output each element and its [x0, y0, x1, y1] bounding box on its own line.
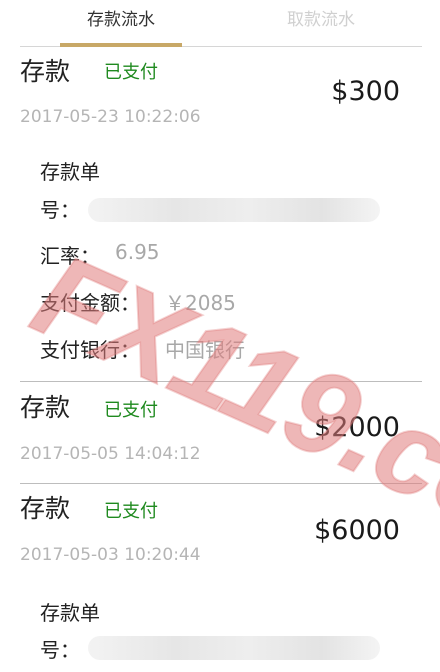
record-divider [20, 381, 422, 382]
record-amount: $2000 [314, 412, 400, 443]
payment-amount-value: ￥2085 [165, 291, 236, 315]
record-type: 存款 [20, 57, 71, 86]
record-status-badge: 已支付 [104, 501, 158, 522]
payment-bank-label: 支付银行： [40, 338, 140, 362]
tab-withdraw-records[interactable]: 取款流水 [260, 0, 382, 44]
tab-bar: 存款流水 取款流水 [20, 0, 422, 47]
order-number-redacted [88, 198, 380, 222]
deposit-record[interactable]: 存款 已支付 $2000 2017-05-05 14:04:12 [20, 388, 422, 483]
payment-bank-value: 中国银行 [165, 338, 245, 362]
order-number-label: 存款单 [40, 601, 100, 625]
record-amount: $6000 [314, 515, 400, 546]
record-status-badge: 已支付 [104, 400, 158, 421]
order-number-label-cont: 号： [40, 198, 80, 222]
order-number-label: 存款单 [40, 160, 100, 184]
order-number-redacted [88, 636, 380, 660]
exchange-rate-value: 6.95 [115, 240, 160, 264]
payment-amount-label: 支付金额： [40, 291, 140, 315]
record-type: 存款 [20, 393, 71, 422]
record-status-badge: 已支付 [104, 62, 158, 83]
order-number-label-cont: 号： [40, 638, 80, 662]
record-amount: $300 [331, 76, 400, 107]
record-divider [20, 483, 422, 484]
record-time: 2017-05-05 14:04:12 [20, 444, 201, 464]
record-time: 2017-05-03 10:20:44 [20, 545, 201, 565]
record-time: 2017-05-23 10:22:06 [20, 107, 201, 127]
active-tab-indicator [60, 43, 182, 47]
exchange-rate-label: 汇率： [40, 244, 100, 268]
record-type: 存款 [20, 494, 71, 523]
tab-deposit-records[interactable]: 存款流水 [60, 0, 182, 44]
